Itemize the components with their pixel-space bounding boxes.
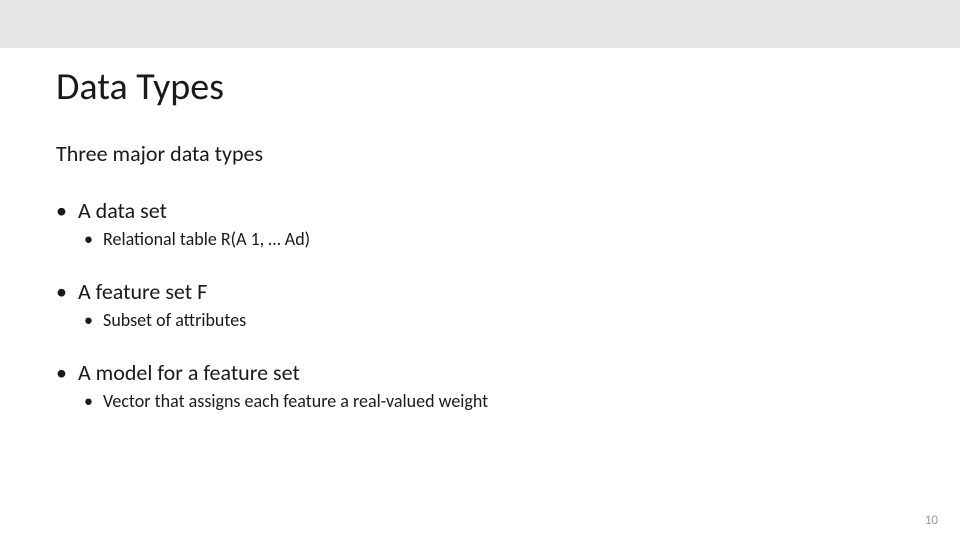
- page-number: 10: [925, 513, 938, 528]
- top-bar: [0, 0, 960, 48]
- slide-title: Data Types: [56, 64, 904, 110]
- bullet-dot: •: [84, 309, 93, 331]
- slide-content: Data Types Three major data types • A da…: [0, 48, 960, 412]
- sub-bullet-item: • Relational table R(A 1, … Ad): [84, 228, 904, 250]
- bullet-item: • A data set: [56, 197, 904, 224]
- sub-bullet-text: Subset of attributes: [103, 309, 246, 331]
- bullet-text: A feature set F: [78, 278, 207, 305]
- sub-bullet-text: Vector that assigns each feature a real-…: [103, 390, 488, 412]
- sub-bullet-item: • Subset of attributes: [84, 309, 904, 331]
- bullet-text: A model for a feature set: [78, 359, 300, 386]
- bullet-dot: •: [84, 228, 93, 250]
- bullet-text: A data set: [78, 197, 167, 224]
- bullet-dot: •: [56, 359, 67, 386]
- sub-bullet-item: • Vector that assigns each feature a rea…: [84, 390, 904, 412]
- slide-subtitle: Three major data types: [56, 140, 904, 167]
- bullet-dot: •: [56, 278, 67, 305]
- sub-bullet-text: Relational table R(A 1, … Ad): [103, 228, 310, 250]
- bullet-item: • A model for a feature set: [56, 359, 904, 386]
- bullet-item: • A feature set F: [56, 278, 904, 305]
- bullet-dot: •: [84, 390, 93, 412]
- bullet-dot: •: [56, 197, 67, 224]
